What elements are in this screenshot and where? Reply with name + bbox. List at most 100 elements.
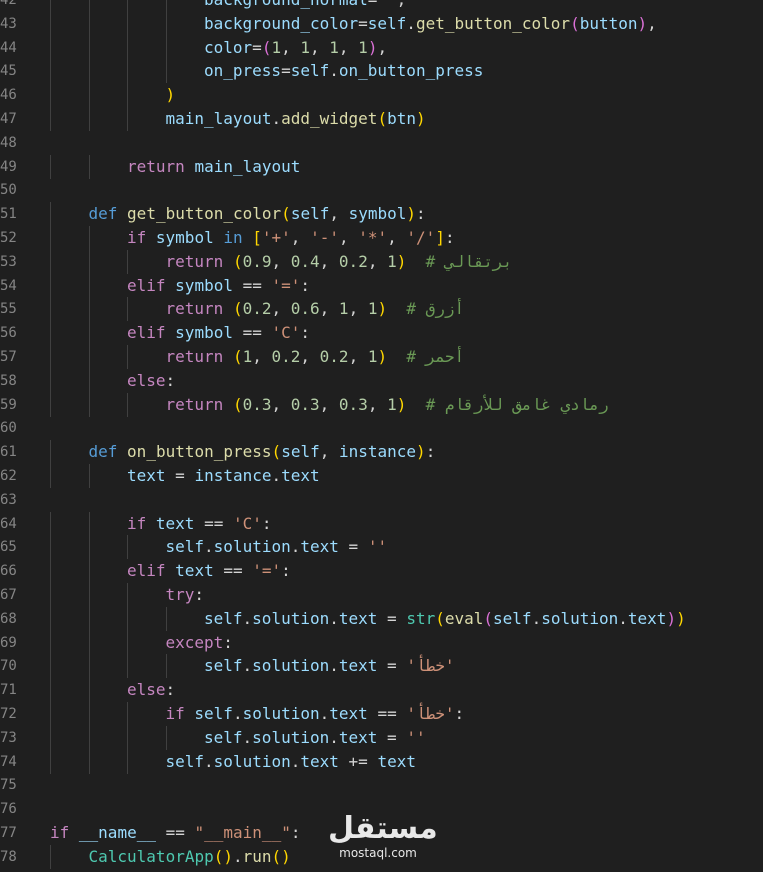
code-token: background_normal <box>204 0 368 9</box>
indent-guide <box>127 654 128 679</box>
code-line[interactable]: 56 elif symbol == 'C': <box>0 321 763 346</box>
indent-guide <box>50 345 51 369</box>
code-token: = <box>377 608 407 628</box>
code-token: ) <box>416 442 426 462</box>
code-editor[interactable]: 42 background_normal='',43background_colo… <box>0 0 763 872</box>
code-token: . <box>329 61 339 81</box>
code-line[interactable]: 54 elif symbol == '=': <box>0 273 763 298</box>
indent-guide <box>127 0 128 12</box>
code-line[interactable]: 47 main_layout.add_widget(btn) <box>0 107 763 131</box>
code-line[interactable]: 46) <box>0 83 763 108</box>
code-text: return (1, 0.2, 0.2, 1) # أحمر <box>166 345 465 369</box>
code-line[interactable]: 51 def get_button_color(self, symbol): <box>0 202 763 227</box>
code-line[interactable]: 73 self.solution.text = '' <box>0 725 763 750</box>
code-line[interactable]: 69 except: <box>0 630 763 655</box>
code-line[interactable]: 68 self.solution.text = str(eval(self.sol… <box>0 606 763 631</box>
code-token: if <box>127 513 147 533</box>
code-text: return (0.3, 0.3, 0.3, 1) # رمادي غامق ل… <box>166 393 609 417</box>
code-token: self <box>204 608 243 628</box>
code-line[interactable]: 62 text = instance.text <box>0 464 763 488</box>
code-text: elif text == '=': <box>127 559 291 583</box>
code-line[interactable]: 63 <box>0 488 763 512</box>
indent-guide <box>88 11 90 36</box>
line-number: 44 <box>0 39 17 56</box>
code-line[interactable]: 75 <box>0 773 763 797</box>
code-token: elif <box>127 561 166 581</box>
code-line[interactable]: 61 def on_button_press(self, instance): <box>0 440 763 465</box>
code-line[interactable]: 55 return (0.2, 0.6, 1, 1) # أزرق <box>0 297 763 322</box>
code-token: main_layout <box>165 109 272 128</box>
code-text: ) <box>166 83 176 107</box>
code-token: = <box>281 61 291 81</box>
indent-guide <box>127 35 128 60</box>
code-line[interactable]: 53 return (0.9, 0.4, 0.2, 1) # برتقالي <box>0 249 763 274</box>
line-number: 76 <box>0 801 17 818</box>
code-token: '*' <box>358 228 388 247</box>
code-line[interactable]: 50 <box>0 178 763 202</box>
code-token: 0.3 <box>290 394 320 414</box>
code-token: ) <box>367 37 378 57</box>
code-line[interactable]: 60 <box>0 416 763 440</box>
line-number: 70 <box>0 658 17 675</box>
code-token: '+' <box>261 228 291 247</box>
code-token: 'خطأ' <box>406 704 455 723</box>
indent-guide <box>88 368 90 393</box>
code-token: ( <box>570 13 580 33</box>
code-line[interactable]: 64 if text == 'C': <box>0 511 763 536</box>
code-line[interactable]: 44 color=(1, 1, 1, 1), <box>0 35 763 60</box>
indent-guide <box>50 654 51 679</box>
code-line[interactable]: 49 return main_layout <box>0 154 763 179</box>
indent-guide <box>127 107 128 131</box>
code-text: background_normal='', <box>204 0 406 12</box>
code-line[interactable]: 45 on_press=self.on_button_press <box>0 59 763 84</box>
code-token: : <box>290 823 301 842</box>
indent-guide <box>50 107 51 131</box>
code-text: self.solution.text = '' <box>166 535 388 559</box>
code-line[interactable]: 72 if self.solution.text == 'خطأ': <box>0 702 763 726</box>
code-token: text <box>627 608 667 628</box>
code-line[interactable]: 67 try: <box>0 583 763 607</box>
code-line[interactable]: 59 return (0.3, 0.3, 0.3, 1) # رمادي غامق… <box>0 392 763 417</box>
code-text: def get_button_color(self, symbol): <box>89 202 426 226</box>
code-token: symbol <box>348 204 407 224</box>
code-text: self.solution.text = str(eval(self.solut… <box>204 607 686 631</box>
code-line[interactable]: 74 self.solution.text += text <box>0 749 763 774</box>
code-line[interactable]: 66 elif text == '=': <box>0 559 763 584</box>
indent-guide <box>50 678 51 703</box>
code-token: ) <box>666 608 677 628</box>
code-line[interactable]: 70 self.solution.text = 'خطأ' <box>0 654 763 679</box>
code-line[interactable]: 57 return (1, 0.2, 0.2, 1) # أحمر <box>0 345 763 369</box>
code-text: background_color=self.get_button_color(b… <box>204 12 657 36</box>
code-line[interactable]: 65 self.solution.text = '' <box>0 535 763 560</box>
line-number: 63 <box>0 491 17 508</box>
code-line[interactable]: 43 background_color=self.get_button_color… <box>0 11 763 36</box>
code-token: : <box>261 513 272 533</box>
code-token: text <box>338 656 378 676</box>
code-line[interactable]: 42 background_normal='', <box>0 0 763 12</box>
code-token: ) <box>396 251 407 271</box>
code-text: else: <box>127 678 175 702</box>
code-line[interactable]: 52 if symbol in ['+', '-', '*', '/']: <box>0 226 763 250</box>
code-token: self <box>204 656 243 676</box>
indent-guide <box>127 297 128 322</box>
code-text: except: <box>166 631 233 655</box>
code-token: 0.2 <box>338 251 368 271</box>
code-token: on_button_press <box>127 442 272 462</box>
code-token: text <box>175 561 214 581</box>
code-token: elif <box>127 323 166 343</box>
indent-guide <box>127 606 128 631</box>
line-number: 73 <box>0 729 17 746</box>
line-number: 42 <box>0 0 17 8</box>
code-line[interactable]: 48 <box>0 131 763 155</box>
code-line[interactable]: 58 else: <box>0 368 763 393</box>
code-token: 0.3 <box>338 394 368 414</box>
code-token: instance <box>338 442 417 462</box>
code-token: [ <box>252 228 262 247</box>
code-token: 0.2 <box>242 299 272 319</box>
code-line[interactable]: 71 else: <box>0 678 763 703</box>
code-token: ) <box>377 299 388 319</box>
